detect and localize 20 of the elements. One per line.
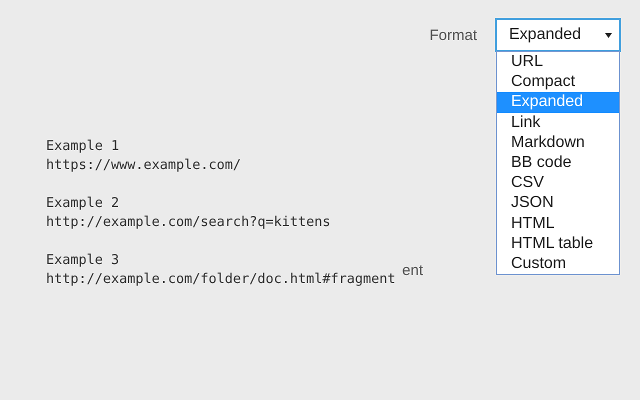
dropdown-option[interactable]: HTML table	[497, 234, 619, 254]
example-url: https://www.example.com/	[46, 156, 242, 175]
dropdown-option[interactable]: JSON	[497, 193, 619, 214]
dropdown-option[interactable]: URL	[497, 52, 619, 72]
dropdown-option[interactable]: CSV	[497, 173, 619, 194]
example-url: http://example.com/search?q=kittens	[46, 213, 330, 232]
caret-icon	[605, 32, 612, 38]
format-dropdown[interactable]: Expanded	[495, 18, 621, 52]
example-title: Example 1	[46, 137, 120, 156]
example-url: http://example.com/folder/doc.html#fragment	[46, 270, 396, 289]
dropdown-option[interactable]: Custom	[497, 254, 619, 274]
dropdown-option[interactable]: Link	[497, 112, 619, 133]
field-label: ent	[402, 262, 423, 279]
example-title: Example 3	[46, 251, 120, 270]
dropdown-option[interactable]: Markdown	[497, 132, 619, 154]
format-label: Format	[429, 26, 477, 44]
dropdown-option[interactable]: BB code	[497, 153, 619, 174]
dropdown-option[interactable]: Compact	[497, 72, 619, 92]
dropdown-option[interactable]: HTML	[497, 214, 619, 234]
example-title: Example 2	[46, 194, 120, 213]
